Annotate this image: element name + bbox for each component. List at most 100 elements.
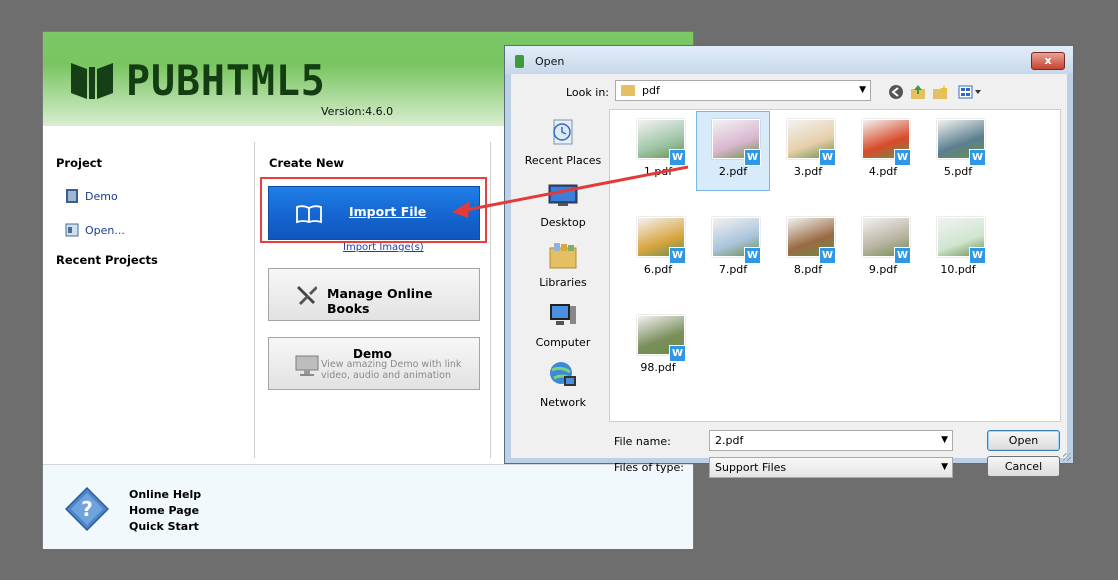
file-name-input[interactable]: 2.pdf ▼ [709,430,953,451]
file-type-dropdown[interactable]: Support Files ▼ [709,457,953,478]
chevron-down-icon: ▼ [859,85,866,95]
file-name-label: File name: [614,435,671,448]
online-help-link[interactable]: Online Help [129,488,201,501]
view-menu-icon[interactable] [957,83,983,101]
pdf-badge-icon: W [819,247,836,264]
file-item[interactable]: W 2.pdf [696,111,770,191]
manage-online-books-label: Manage Online Books [327,286,433,316]
file-name: 7.pdf [718,263,748,276]
recent-places-icon [553,119,573,145]
file-type-label: Files of type: [614,461,685,474]
place-label: Libraries [539,276,587,289]
back-icon[interactable] [887,83,905,101]
look-in-value: pdf [642,84,660,97]
file-item[interactable]: W 6.pdf [622,210,694,288]
chevron-down-icon: ▼ [941,435,948,445]
place-desktop[interactable]: Desktop [517,180,609,229]
help-icon: ? [65,487,109,531]
file-name: 6.pdf [643,263,673,276]
wrench-screwdriver-icon [297,286,317,305]
app-icon [515,55,524,68]
libraries-icon [549,243,577,269]
file-item[interactable]: W 10.pdf [922,210,994,288]
project-item-label: Open... [85,223,125,237]
import-file-button[interactable]: Import File [268,186,480,240]
book-logo-icon [71,63,113,99]
file-item[interactable]: W 98.pdf [622,308,694,386]
computer-icon [550,304,576,325]
open-book-icon [296,205,322,224]
folder-icon [621,85,635,96]
dialog-titlebar[interactable]: Open x [505,46,1073,74]
file-name: 8.pdf [793,263,823,276]
home-page-link[interactable]: Home Page [129,504,199,517]
book-icon [66,189,78,203]
app-logo-text: PUBHTML5 [126,56,326,105]
file-item[interactable]: W 9.pdf [847,210,919,288]
place-label: Computer [535,336,591,349]
demo-subtitle: View amazing Demo with link video, audio… [321,359,462,381]
file-item[interactable]: W 5.pdf [922,112,994,190]
pdf-badge-icon: W [969,247,986,264]
up-folder-icon[interactable] [909,83,927,101]
project-panel: Project Demo Open... Recent Projects [43,126,253,464]
look-in-dropdown[interactable]: pdf ▼ [615,80,871,101]
project-heading: Project [56,156,103,170]
resize-grip[interactable] [1063,453,1071,461]
place-libraries[interactable]: Libraries [517,240,609,289]
file-item[interactable]: W 7.pdf [697,210,769,288]
import-images-link[interactable]: Import Image(s) [343,242,424,253]
open-button[interactable]: Open [987,430,1060,451]
pdf-badge-icon: W [669,247,686,264]
place-network[interactable]: Network [517,360,609,409]
project-item-open[interactable]: Open... [65,222,125,238]
open-book-icon [65,223,79,237]
pdf-badge-icon: W [669,149,686,166]
help-footer: ? Online Help Home Page Quick Start [43,464,693,549]
close-icon: x [1044,54,1052,67]
dialog-body: Look in: pdf ▼ Recent Places Desktop Lib… [511,74,1067,478]
place-computer[interactable]: Computer [517,300,609,349]
version-label: Version:4.6.0 [321,105,394,118]
pdf-badge-icon: W [744,149,761,166]
file-name: 10.pdf [940,263,976,276]
quick-start-link[interactable]: Quick Start [129,520,199,533]
demo-button[interactable]: Demo View amazing Demo with link video, … [268,337,480,390]
divider [254,142,255,458]
pdf-badge-icon: W [894,247,911,264]
monitor-icon [295,355,319,376]
close-button[interactable]: x [1031,52,1065,70]
place-recent-places[interactable]: Recent Places [517,118,609,167]
dialog-title: Open [535,55,565,68]
pdf-badge-icon: W [894,149,911,166]
pdf-badge-icon: W [669,345,686,362]
network-icon [550,362,576,386]
file-list: W 1.pdf W 2.pdf W 3.pdf W 4.pdf W 5.pdf W 6.pdf W 7.p… [609,109,1061,422]
place-label: Desktop [540,216,586,229]
place-label: Recent Places [524,154,602,167]
desktop-icon [548,184,578,206]
place-label: Network [540,396,586,409]
file-name: 98.pdf [640,361,676,374]
file-name-value: 2.pdf [715,434,744,447]
file-item[interactable]: W 4.pdf [847,112,919,190]
cancel-button[interactable]: Cancel [987,456,1060,477]
file-type-value: Support Files [715,461,787,474]
places-bar: Recent Places Desktop Libraries Computer… [517,112,609,420]
file-item[interactable]: W 8.pdf [772,210,844,288]
new-folder-icon[interactable] [931,83,949,101]
svg-text:?: ? [81,497,93,521]
file-name: 1.pdf [643,165,673,178]
chevron-down-icon: ▼ [941,462,948,472]
pdf-badge-icon: W [969,149,986,166]
pdf-badge-icon: W [744,247,761,264]
project-item-demo[interactable]: Demo [65,188,118,204]
divider [490,142,491,458]
project-item-label: Demo [85,189,118,203]
file-item[interactable]: W 3.pdf [772,112,844,190]
file-item[interactable]: W 1.pdf [622,112,694,190]
create-new-heading: Create New [269,156,345,170]
file-name: 9.pdf [868,263,898,276]
manage-online-books-button[interactable]: Manage Online Books [268,268,480,321]
recent-projects-heading: Recent Projects [56,253,158,267]
